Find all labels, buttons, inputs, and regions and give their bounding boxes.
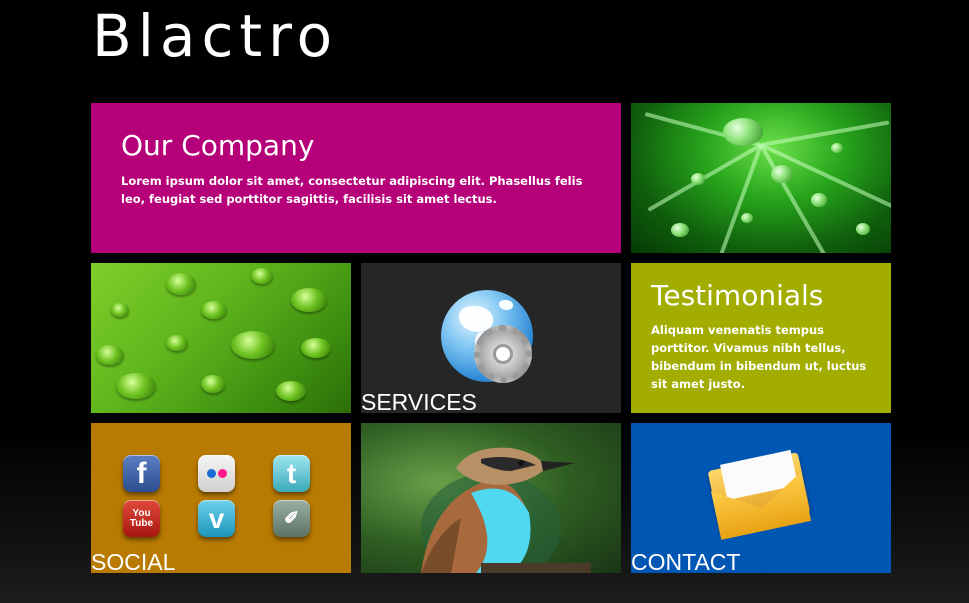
twitter-icon[interactable]: t — [273, 455, 310, 492]
tile-caption: CONTACT — [631, 549, 741, 573]
tile-text: Lorem ipsum dolor sit amet, consectetur … — [121, 174, 583, 206]
bird-illustration — [421, 447, 591, 573]
facebook-icon[interactable]: f — [123, 455, 160, 492]
tile-our-company[interactable]: Our Company Lorem ipsum dolor sit amet, … — [91, 103, 621, 253]
tile-title: Testimonials — [651, 279, 824, 312]
tile-services[interactable]: SERVICES — [361, 263, 621, 413]
tile-social[interactable]: f t You Tube v ✐ SOCIAL — [91, 423, 351, 573]
tile-caption: SOCIAL — [91, 549, 176, 573]
tile-text: Aliquam venenatis tempus porttitor. Viva… — [651, 323, 867, 391]
tile-testimonials[interactable]: Testimonials Aliquam venenatis tempus po… — [631, 263, 891, 413]
site-logo[interactable]: Blactro — [92, 4, 338, 68]
youtube-icon[interactable]: You Tube — [123, 500, 160, 537]
tile-caption: SERVICES — [361, 389, 477, 413]
leaf-water-drops-photo — [631, 103, 891, 253]
tile-contact[interactable]: CONTACT — [631, 423, 891, 573]
vimeo-icon[interactable]: v — [198, 500, 235, 537]
deviantart-icon[interactable]: ✐ — [273, 500, 310, 537]
bird-photo — [361, 423, 621, 573]
tile-title: Our Company — [121, 129, 315, 162]
leaf-droplets-photo — [91, 263, 351, 413]
flickr-icon[interactable] — [198, 455, 235, 492]
